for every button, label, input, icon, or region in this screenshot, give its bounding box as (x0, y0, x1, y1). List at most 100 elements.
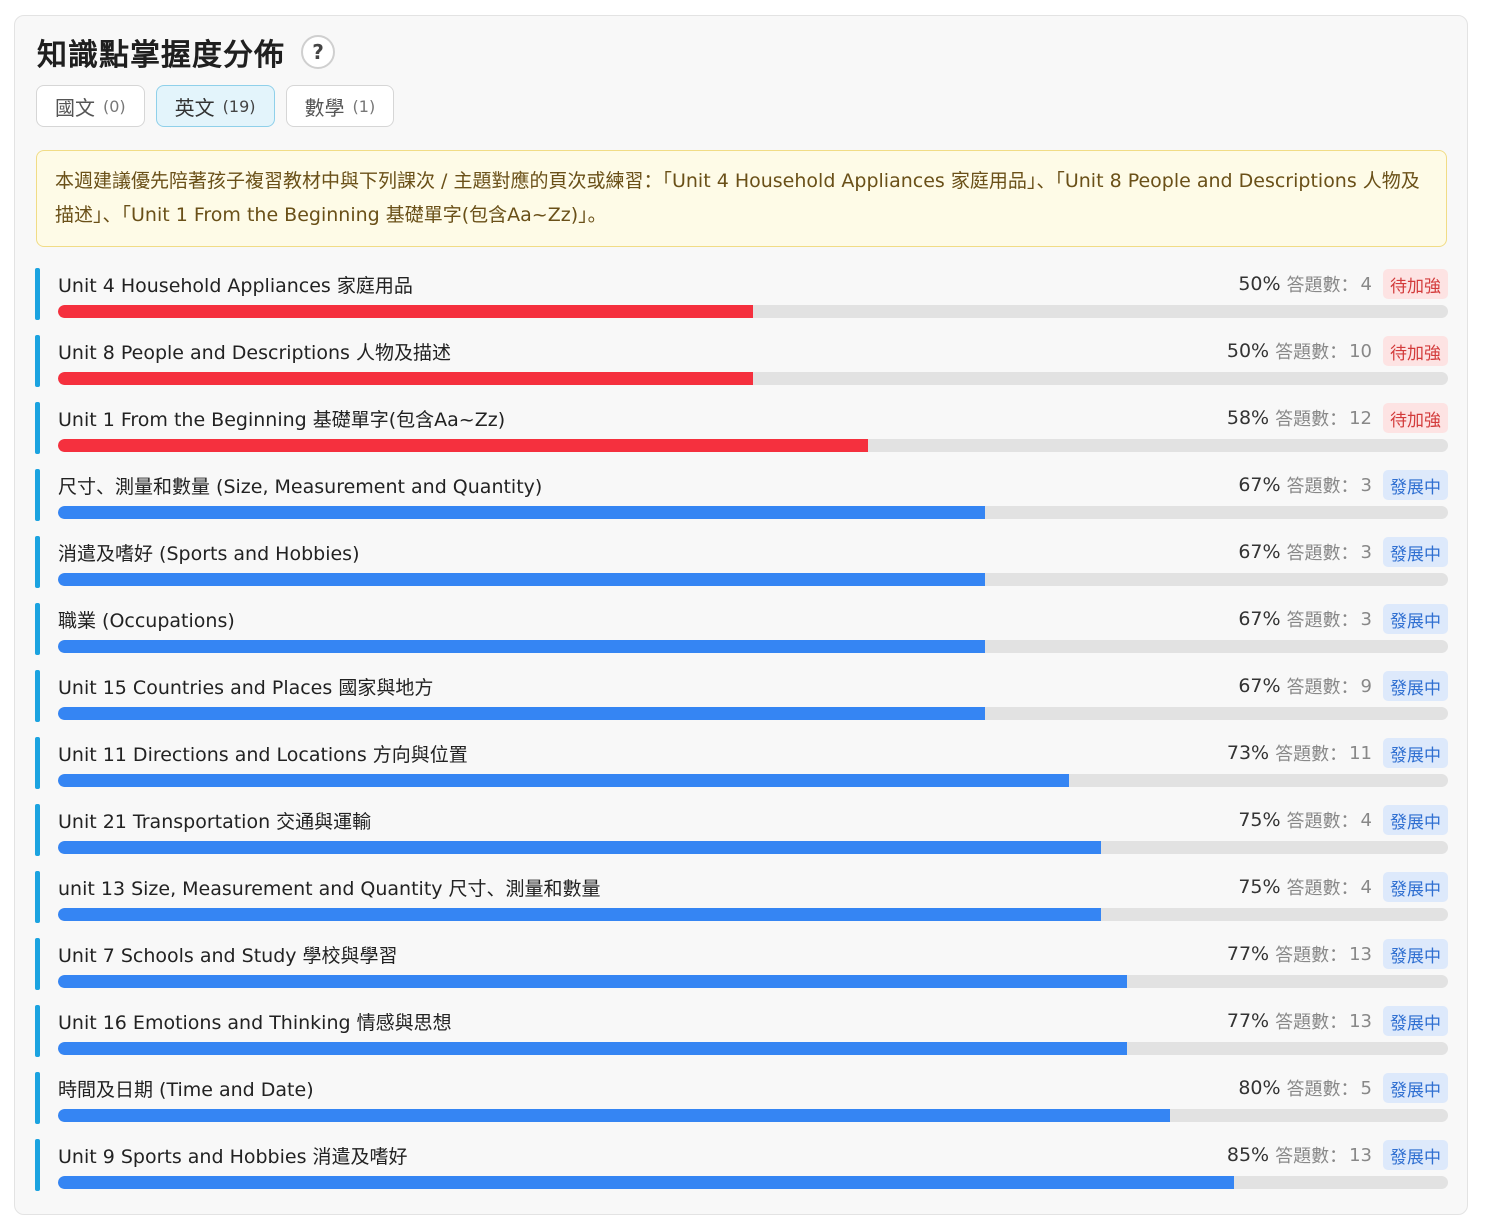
topic-stats: 67% 答題數： 3 發展中 (1238, 537, 1448, 567)
page-title: 知識點掌握度分佈 (37, 38, 285, 73)
mastery-percent: 85% (1226, 1144, 1270, 1166)
topic-stats: 77% 答題數： 13 發展中 (1227, 939, 1448, 969)
question-count-label: 答題數： (1275, 1146, 1348, 1167)
progress-track (58, 506, 1448, 519)
mastery-percent: 77% (1226, 1010, 1270, 1032)
topic-stats: 73% 答題數： 11 發展中 (1227, 738, 1448, 768)
topic-stats: 80% 答題數： 5 發展中 (1238, 1073, 1448, 1103)
progress-fill (58, 908, 1101, 921)
topic-row: Unit 9 Sports and Hobbies 消遣及嗜好 85% 答題數： 13… (35, 1139, 1448, 1191)
topic-stats: 67% 答題數： 9 發展中 (1238, 671, 1448, 701)
question-count-label: 答題數： (1275, 945, 1348, 966)
tab-chinese[interactable]: 國文 (0) (36, 85, 145, 127)
question-count: 3 (1360, 608, 1372, 630)
topic-name: Unit 15 Countries and Places 國家與地方 (58, 677, 434, 699)
progress-fill (58, 841, 1101, 854)
question-count: 3 (1360, 474, 1372, 496)
question-count: 11 (1349, 742, 1372, 764)
question-count: 12 (1349, 407, 1372, 429)
progress-track (58, 573, 1448, 586)
question-count: 10 (1349, 340, 1372, 362)
mastery-percent: 67% (1238, 608, 1281, 630)
topic-stats: 85% 答題數： 13 發展中 (1227, 1140, 1448, 1170)
progress-fill (58, 975, 1127, 988)
progress-track (58, 439, 1448, 452)
topic-row: Unit 7 Schools and Study 學校與學習 77% 答題數： 13 發… (35, 938, 1448, 990)
question-count: 4 (1360, 273, 1372, 295)
mastery-percent: 75% (1238, 809, 1281, 831)
subject-tabs: 國文 (0) 英文 (19) 數學 (1) (36, 85, 395, 127)
tab-count: (1) (352, 96, 376, 116)
progress-track (58, 1176, 1448, 1189)
status-badge: 發展中 (1383, 671, 1448, 701)
topic-stats: 50% 答題數： 10 待加強 (1227, 336, 1448, 366)
progress-track (58, 1109, 1448, 1122)
status-badge: 發展中 (1383, 805, 1448, 835)
progress-track (58, 640, 1448, 653)
question-count-label: 答題數： (1286, 677, 1359, 698)
topic-row: 尺寸、測量和數量 (Size, Measurement and Quantity… (35, 469, 1448, 521)
help-icon[interactable]: ? (301, 35, 335, 69)
row-accent-bar (35, 469, 40, 521)
mastery-percent: 67% (1238, 474, 1281, 496)
tab-english[interactable]: 英文 (19) (155, 85, 275, 127)
mastery-percent: 67% (1238, 541, 1281, 563)
topic-name: 職業 (Occupations) (58, 610, 235, 632)
mastery-card: 知識點掌握度分佈 ? 國文 (0) 英文 (19) 數學 (1) 本週建議優先陪… (14, 15, 1468, 1215)
row-accent-bar (35, 603, 40, 655)
mastery-percent: 58% (1226, 407, 1270, 429)
question-count-label: 答題數： (1275, 1012, 1348, 1033)
question-count-label: 答題數： (1275, 342, 1348, 363)
topic-name: unit 13 Size, Measurement and Quantity 尺… (58, 878, 601, 900)
row-accent-bar (35, 804, 40, 856)
tab-count: (19) (222, 96, 256, 116)
tab-math[interactable]: 數學 (1) (285, 85, 395, 127)
topic-name: 尺寸、測量和數量 (Size, Measurement and Quantity… (58, 476, 543, 498)
question-count: 13 (1349, 1144, 1372, 1166)
question-count: 3 (1360, 541, 1372, 563)
topic-stats: 75% 答題數： 4 發展中 (1238, 872, 1448, 902)
row-accent-bar (35, 402, 40, 454)
question-count: 4 (1360, 876, 1372, 898)
status-badge: 發展中 (1383, 470, 1448, 500)
question-count-label: 答題數： (1275, 409, 1348, 430)
row-accent-bar (35, 1139, 40, 1191)
status-badge: 發展中 (1383, 1073, 1448, 1103)
topic-name: Unit 1 From the Beginning 基礎單字(包含Aa~Zz) (58, 409, 506, 431)
topic-row: Unit 16 Emotions and Thinking 情感與思想 77% 答題… (35, 1005, 1448, 1057)
progress-fill (58, 506, 986, 519)
progress-track (58, 975, 1448, 988)
question-count: 13 (1349, 1010, 1372, 1032)
topic-row: Unit 4 Household Appliances 家庭用品 50% 答題數： 4… (35, 268, 1448, 320)
status-badge: 發展中 (1383, 738, 1448, 768)
card-header: 知識點掌握度分佈 ? (37, 30, 335, 74)
status-badge: 發展中 (1383, 537, 1448, 567)
row-accent-bar (35, 335, 40, 387)
topic-name: Unit 8 People and Descriptions 人物及描述 (58, 342, 451, 364)
topic-stats: 50% 答題數： 4 待加強 (1238, 269, 1448, 299)
question-count: 4 (1360, 809, 1372, 831)
row-accent-bar (35, 536, 40, 588)
status-badge: 待加強 (1383, 403, 1448, 433)
progress-track (58, 1042, 1448, 1055)
topic-stats: 67% 答題數： 3 發展中 (1238, 604, 1448, 634)
question-count-label: 答題數： (1286, 878, 1359, 899)
progress-fill (58, 1109, 1170, 1122)
mastery-percent: 77% (1226, 943, 1270, 965)
topic-row: Unit 8 People and Descriptions 人物及描述 50% 答… (35, 335, 1448, 387)
topic-name: Unit 7 Schools and Study 學校與學習 (58, 945, 398, 967)
tab-label: 國文 (55, 95, 95, 120)
topic-row: 消遣及嗜好 (Sports and Hobbies) 67% 答題數： 3 發展中 (35, 536, 1448, 588)
question-count: 9 (1360, 675, 1372, 697)
mastery-percent: 67% (1238, 675, 1281, 697)
question-count-label: 答題數： (1286, 1079, 1359, 1100)
mastery-percent: 50% (1226, 340, 1270, 362)
mastery-percent: 50% (1238, 273, 1281, 295)
question-count-label: 答題數： (1286, 476, 1359, 497)
status-badge: 發展中 (1383, 939, 1448, 969)
progress-fill (58, 573, 986, 586)
tab-label: 數學 (304, 95, 345, 120)
topic-name: 時間及日期 (Time and Date) (58, 1079, 314, 1101)
status-badge: 發展中 (1383, 872, 1448, 902)
status-badge: 待加強 (1383, 269, 1448, 299)
